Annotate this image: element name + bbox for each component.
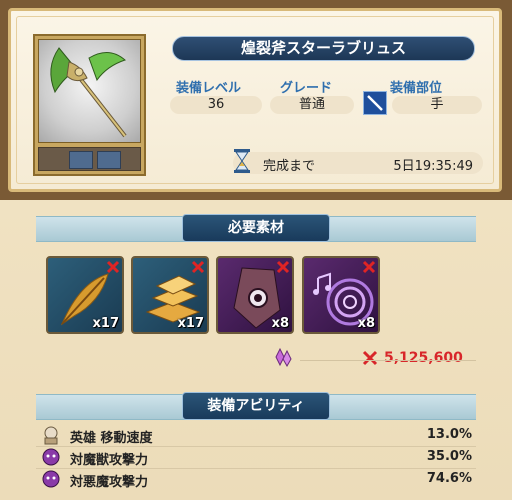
ability-name: 対悪魔攻撃力: [70, 475, 149, 490]
ability-name: 英雄 移動速度: [70, 431, 153, 446]
missing-x-icon: [191, 259, 205, 274]
axe-icon: [38, 39, 141, 143]
missing-x-icon: [362, 259, 376, 274]
material-cost: 5,125,600: [384, 350, 463, 366]
ability-row: 英雄 移動速度 13.0%: [36, 425, 476, 446]
equip-level-value: 36: [170, 96, 262, 114]
socket-bar: [38, 147, 141, 171]
abilities-title: 装備アビリティ: [182, 392, 330, 420]
socket-slot: [69, 151, 93, 169]
material-count: x8: [271, 316, 289, 331]
socket-slot: [97, 151, 121, 169]
item-name: 煌裂斧スターラブリュス: [172, 36, 475, 61]
complete-time: 5日19:35:49: [393, 159, 473, 174]
missing-x-icon: [276, 259, 290, 274]
item-portrait[interactable]: [33, 34, 146, 176]
grade-label: グレード: [280, 81, 333, 96]
completion-row: 完成まで 5日19:35:49: [233, 152, 483, 174]
hero-icon: [40, 425, 62, 445]
slot-label: 装備部位: [390, 81, 443, 96]
demon-icon: [40, 447, 62, 467]
material-count: x8: [357, 316, 375, 331]
missing-x-icon: [106, 259, 120, 274]
material-count: x17: [92, 316, 119, 331]
complete-label: 完成まで: [263, 159, 316, 174]
demon-icon: [40, 469, 62, 489]
sword-slot-icon: [363, 91, 387, 115]
material-slot-4[interactable]: x8: [302, 256, 380, 334]
material-count: x17: [177, 316, 204, 331]
cost-underline: [300, 360, 476, 361]
material-slot-1[interactable]: x17: [46, 256, 124, 334]
ability-row: 対悪魔攻撃力 74.6%: [36, 469, 476, 490]
materials-title: 必要素材: [182, 214, 330, 242]
ability-value: 13.0%: [426, 427, 472, 442]
ability-row: 対魔獣攻撃力 35.0%: [36, 447, 476, 468]
crystal-currency-icon: [272, 347, 294, 371]
ability-value: 35.0%: [426, 449, 472, 464]
ability-value: 74.6%: [426, 471, 472, 486]
material-slot-3[interactable]: x8: [216, 256, 294, 334]
ability-name: 対魔獣攻撃力: [70, 453, 149, 468]
slot-value: 手: [392, 96, 482, 114]
material-slot-2[interactable]: x17: [131, 256, 209, 334]
hourglass-icon: [233, 148, 251, 178]
equip-level-label: 装備レベル: [176, 81, 242, 96]
grade-value: 普通: [270, 96, 354, 114]
